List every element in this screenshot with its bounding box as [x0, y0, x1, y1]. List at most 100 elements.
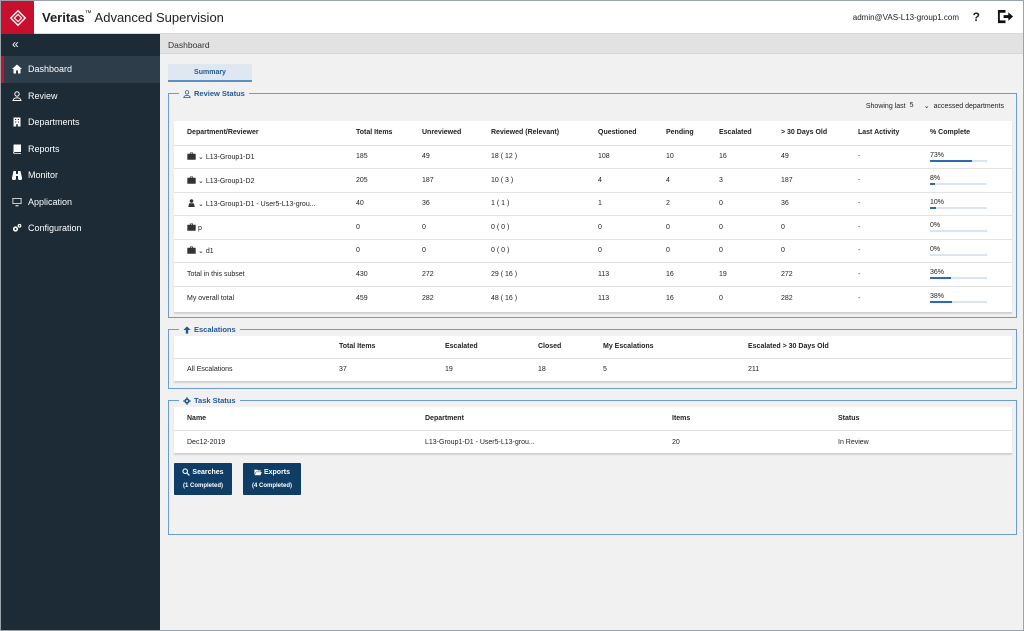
- progress-bar-fill: [930, 277, 951, 280]
- sidebar-item-application[interactable]: Application: [1, 189, 160, 216]
- logout-icon[interactable]: [997, 9, 1014, 25]
- sidebar-item-label: Reports: [28, 143, 60, 154]
- table-cell: 0: [356, 238, 422, 263]
- sidebar-item-configuration[interactable]: Configuration: [1, 215, 160, 242]
- table-cell: 36: [781, 191, 858, 216]
- table-cell: 0: [666, 215, 719, 239]
- department-name: My overall total: [187, 294, 235, 302]
- person-icon: [188, 199, 195, 208]
- chevron-down-icon[interactable]: ⌄: [198, 178, 204, 185]
- escalations-title: Escalations: [179, 325, 240, 334]
- table-cell: -: [858, 215, 930, 239]
- searches-button[interactable]: Searches (1 Completed): [174, 463, 232, 495]
- table-cell: All Escalations: [174, 357, 339, 381]
- table-cell: L13-Group1-D1 - User5-L13-grou...: [425, 429, 672, 454]
- column-header[interactable]: Department: [425, 407, 672, 430]
- percent-label: 36%: [930, 269, 945, 277]
- table-cell: 16: [666, 285, 719, 310]
- search-icon: [182, 468, 191, 476]
- table-cell: -: [858, 144, 930, 169]
- column-header[interactable]: Last Activity: [858, 121, 930, 145]
- table-row[interactable]: All Escalations 37 19 18 5 211: [174, 357, 1012, 381]
- column-header[interactable]: Questioned: [598, 121, 666, 145]
- percent-complete-cell: 0%: [930, 238, 1012, 263]
- showing-suffix: accessed departments: [933, 102, 1004, 110]
- tab-summary[interactable]: Summary: [168, 64, 252, 82]
- exports-button[interactable]: Exports (4 Completed): [243, 463, 301, 495]
- chevron-down-icon[interactable]: ⌄: [198, 201, 204, 208]
- sidebar-item-monitor[interactable]: Monitor: [1, 162, 160, 189]
- folder-open-icon: [254, 469, 262, 476]
- department-cell: My overall total: [174, 285, 356, 310]
- review-status-table-card: Department/Reviewer Total Items Unreview…: [174, 121, 1012, 313]
- table-row[interactable]: Total in this subset 430 272 29 ( 16 ) 113 16…: [174, 262, 1012, 286]
- department-name[interactable]: p: [198, 225, 202, 232]
- table-cell: 29 ( 16 ): [491, 262, 598, 286]
- chevron-down-icon[interactable]: ⌄: [198, 248, 204, 255]
- table-cell: 0: [719, 285, 781, 310]
- escalations-table: Total Items Escalated Closed My Escalati…: [174, 336, 1012, 381]
- sidebar-item-reports[interactable]: Reports: [1, 136, 160, 163]
- table-cell: 37: [339, 357, 445, 381]
- column-header: [174, 336, 339, 358]
- table-row[interactable]: ⌄ L13-Group1-D1 - User5-L13-grou... 40 36 1 …: [174, 191, 1012, 216]
- sidebar-item-review[interactable]: Review: [1, 83, 160, 110]
- chevron-down-icon: ⌄: [923, 103, 930, 110]
- percent-complete-cell: 10%: [930, 191, 1012, 216]
- table-row[interactable]: Dec12-2019 L13-Group1-D1 - User5-L13-gro…: [174, 429, 1012, 454]
- table-cell: 1 ( 1 ): [491, 191, 598, 216]
- column-header[interactable]: > 30 Days Old: [781, 121, 858, 145]
- department-name[interactable]: L13-Group1-D2: [206, 178, 255, 185]
- table-cell: 113: [598, 285, 666, 310]
- progress-bar: [930, 230, 987, 233]
- progress-bar: [930, 301, 987, 303]
- column-header[interactable]: Name: [174, 407, 425, 430]
- progress-bar: [930, 159, 987, 162]
- table-row[interactable]: ⌄ L13-Group1-D1 185 49 18 ( 12 ) 108 10 16 49-73…: [174, 144, 1012, 169]
- sidebar-item-label: Configuration: [28, 223, 82, 234]
- book-icon: [13, 144, 21, 154]
- table-cell: 282: [781, 285, 858, 310]
- column-header: My Escalations: [603, 343, 654, 351]
- column-header[interactable]: % Complete: [930, 121, 1012, 145]
- percent-complete-cell: 8%: [930, 168, 1012, 192]
- department-cell: ⌄ L13-Group1-D2: [174, 168, 356, 192]
- table-cell: 185: [356, 144, 422, 169]
- column-header[interactable]: Department/Reviewer: [174, 121, 356, 145]
- sidebar-item-departments[interactable]: Departments: [1, 109, 160, 136]
- review-status-panel: Review Status Showing last 5 ⌄ accessed d…: [168, 89, 1017, 318]
- table-cell: 459: [356, 285, 422, 310]
- table-row[interactable]: ⌄ L13-Group1-D2 205 187 10 ( 3 ) 4 4 3 187-8%: [174, 168, 1012, 192]
- help-icon[interactable]: ?: [973, 10, 980, 24]
- column-header[interactable]: Escalated: [719, 121, 781, 145]
- gear-icon: [183, 396, 191, 405]
- table-cell: 49: [781, 144, 858, 169]
- department-name[interactable]: L13-Group1-D1 - User5-L13-grou...: [206, 201, 316, 208]
- column-header[interactable]: Items: [672, 407, 838, 430]
- column-header[interactable]: Total Items: [356, 121, 422, 145]
- progress-bar-fill: [930, 301, 952, 303]
- table-cell: 2: [666, 191, 719, 216]
- column-header[interactable]: Unreviewed: [422, 121, 491, 145]
- briefcase-icon: [187, 223, 196, 231]
- department-name[interactable]: d1: [206, 248, 214, 255]
- showing-prefix: Showing last: [865, 102, 906, 110]
- column-header[interactable]: Pending: [666, 121, 719, 145]
- table-row[interactable]: p000 ( 0 ) 0 0 0 0-0%: [174, 215, 1012, 239]
- table-row[interactable]: My overall total 459 282 48 ( 16 ) 113 16 0 282…: [174, 285, 1012, 310]
- column-header[interactable]: Status: [838, 407, 1012, 430]
- table-row[interactable]: ⌄ d1 0 0 0 ( 0 ) 0 0 0 0-0%: [174, 238, 1012, 263]
- table-cell: 48 ( 16 ): [491, 285, 598, 310]
- department-count-select[interactable]: 5 ⌄: [910, 102, 930, 110]
- department-name[interactable]: L13-Group1-D1: [206, 154, 255, 161]
- binoculars-icon: [12, 171, 22, 181]
- sidebar-item-dashboard[interactable]: Dashboard: [1, 56, 160, 83]
- column-header[interactable]: Reviewed (Relevant): [491, 121, 598, 145]
- gears-icon: [12, 224, 22, 232]
- chevron-down-icon[interactable]: ⌄: [198, 154, 204, 161]
- collapse-sidebar-icon[interactable]: «: [1, 34, 160, 56]
- user-email[interactable]: admin@VAS-L13-group1.com: [853, 13, 959, 22]
- escalations-table-card: Total Items Escalated Closed My Escalati…: [174, 336, 1012, 382]
- table-cell: 3: [719, 168, 781, 192]
- veritas-logo-icon[interactable]: [1, 1, 34, 34]
